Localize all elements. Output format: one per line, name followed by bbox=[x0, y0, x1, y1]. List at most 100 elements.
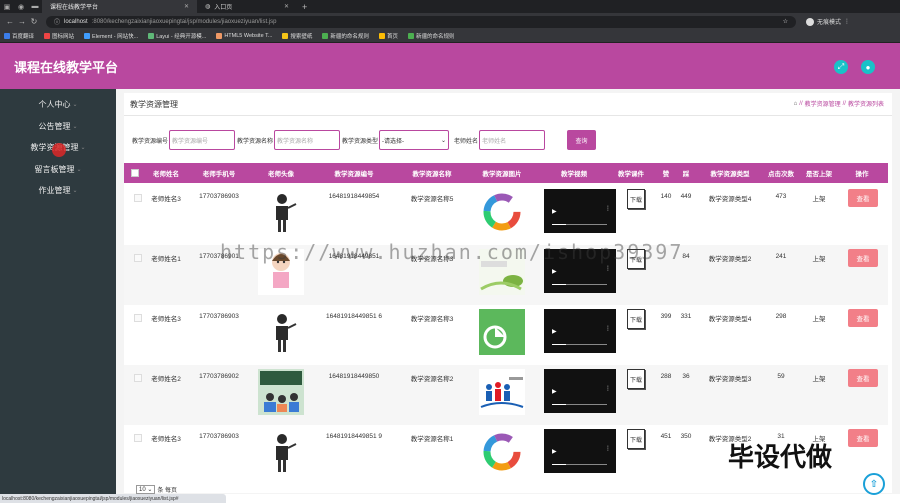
play-icon[interactable]: ▶ bbox=[552, 388, 557, 395]
watermark-text: https://www.huzhan.com/ishop39397 bbox=[220, 240, 684, 264]
video-progress[interactable] bbox=[552, 404, 607, 405]
user-icon[interactable]: ● bbox=[861, 60, 875, 74]
resource-image bbox=[479, 189, 525, 235]
sidebar-item-profile[interactable]: 个人中心 ⌄ bbox=[0, 96, 116, 112]
play-icon[interactable]: ▶ bbox=[552, 208, 557, 215]
download-button[interactable]: 下载 bbox=[627, 369, 645, 389]
column-header: 踩 bbox=[682, 171, 690, 178]
bookmark-icon bbox=[44, 33, 51, 39]
resource-code-cell: 16481918449850 bbox=[328, 373, 380, 380]
download-button[interactable]: 下载 bbox=[627, 309, 645, 329]
row-checkbox[interactable] bbox=[134, 374, 142, 382]
row-checkbox[interactable] bbox=[134, 194, 142, 202]
play-icon[interactable]: ▶ bbox=[552, 328, 557, 335]
click-count-cell: 59 bbox=[777, 373, 785, 380]
page-size-select[interactable]: 10 ⌄ bbox=[136, 485, 156, 494]
teacher-name-cell: 老师姓名2 bbox=[151, 376, 181, 383]
globe-icon: ◍ bbox=[205, 4, 211, 10]
sidebar-item-homework[interactable]: 作业管理 ⌄ bbox=[0, 182, 116, 198]
bookmark-item[interactable]: 百度翻译 bbox=[4, 32, 34, 40]
breadcrumb-separator: // bbox=[799, 100, 803, 107]
more-icon[interactable]: ⋮ bbox=[605, 325, 611, 332]
resource-image bbox=[479, 309, 525, 355]
sidebar-item-messages[interactable]: 留言板管理 ⌄ bbox=[0, 161, 116, 177]
bookmark-icon bbox=[322, 33, 329, 39]
sidebar-item-label: 作业管理 bbox=[38, 185, 71, 195]
view-button[interactable]: 查看 bbox=[848, 309, 878, 327]
view-button[interactable]: 查看 bbox=[848, 189, 878, 207]
star-icon[interactable]: ☆ bbox=[783, 18, 788, 25]
code-label: 教学资源编号 bbox=[132, 138, 169, 145]
resource-type-cell: 教学资源类型2 bbox=[708, 256, 752, 263]
chevron-down-icon: ⌄ bbox=[76, 166, 82, 173]
bookmark-item[interactable]: HTML5 Website T... bbox=[216, 33, 272, 39]
dislike-cell: 36 bbox=[682, 373, 690, 380]
video-player[interactable]: ▶ ⋮ bbox=[544, 429, 616, 473]
search-button[interactable]: 查询 bbox=[567, 130, 597, 150]
tab-inactive[interactable]: ◍ 入口页 ✕ bbox=[197, 0, 297, 13]
home-icon[interactable]: ⌂ bbox=[794, 101, 798, 107]
new-tab-button[interactable]: + bbox=[297, 2, 312, 12]
column-header: 教学视频 bbox=[561, 171, 587, 178]
bookmark-item[interactable]: Layui - 经典开源模... bbox=[148, 32, 206, 40]
window-menu-icon[interactable]: ▣ bbox=[0, 0, 14, 13]
type-select[interactable]: -请选择- ⌄ bbox=[379, 130, 450, 150]
video-progress[interactable] bbox=[552, 284, 607, 285]
column-header: 教学课件 bbox=[618, 171, 644, 178]
video-progress[interactable] bbox=[552, 224, 607, 225]
bookmark-label: Element - 网站快... bbox=[92, 34, 139, 40]
row-checkbox[interactable] bbox=[134, 434, 142, 442]
play-icon[interactable]: ▶ bbox=[552, 268, 557, 275]
bookmark-item[interactable]: 首页 bbox=[378, 32, 398, 40]
incognito-profile[interactable]: 无痕模式 ⋮ bbox=[806, 17, 850, 26]
bookmark-item[interactable]: 搜索壁纸 bbox=[282, 32, 312, 40]
fullscreen-icon[interactable]: ⤢ bbox=[834, 60, 848, 74]
code-input[interactable]: 教学资源编号 bbox=[169, 130, 236, 150]
page-size-value: 10 bbox=[139, 487, 146, 493]
teacher-input[interactable]: 老师姓名 bbox=[479, 130, 546, 150]
row-checkbox[interactable] bbox=[134, 314, 142, 322]
chevron-down-icon: ⌄ bbox=[72, 123, 78, 130]
close-tab-icon[interactable]: ✕ bbox=[184, 3, 189, 10]
url-input[interactable]: ⓘ localhost:8080/kechengzaixianjiaoxuepi… bbox=[46, 15, 796, 28]
view-button[interactable]: 查看 bbox=[848, 249, 878, 267]
reload-icon[interactable]: ↻ bbox=[28, 17, 40, 26]
video-progress[interactable] bbox=[552, 344, 607, 345]
download-button[interactable]: 下载 bbox=[627, 189, 645, 209]
row-checkbox[interactable] bbox=[134, 254, 142, 262]
bookmark-item[interactable]: 新疆的命名规则 bbox=[407, 32, 454, 40]
video-progress[interactable] bbox=[552, 464, 607, 465]
bookmark-item[interactable]: Element - 网站快... bbox=[84, 32, 138, 40]
video-player[interactable]: ▶ ⋮ bbox=[544, 369, 616, 413]
view-button[interactable]: 查看 bbox=[848, 429, 878, 447]
tab-active[interactable]: 课程在线教学平台 ✕ bbox=[42, 0, 197, 13]
forward-icon[interactable]: → bbox=[16, 17, 28, 26]
more-icon[interactable]: ⋮ bbox=[605, 385, 611, 392]
phone-cell: 17703786903 bbox=[199, 193, 239, 200]
breadcrumb-separator: // bbox=[842, 100, 846, 107]
more-icon[interactable]: ⋮ bbox=[605, 205, 611, 212]
bookmark-item[interactable]: 图标网站 bbox=[44, 32, 74, 40]
teacher-name-cell: 老师姓名3 bbox=[151, 316, 181, 323]
like-cell: 140 bbox=[660, 193, 672, 200]
play-icon[interactable]: ▶ bbox=[552, 448, 557, 455]
more-icon[interactable]: ⋮ bbox=[605, 445, 611, 452]
sidebar-item-notice[interactable]: 公告管理 ⌄ bbox=[0, 118, 116, 134]
resource-name-cell: 教学资源名称2 bbox=[410, 376, 454, 383]
name-input[interactable]: 教学资源名称 bbox=[274, 130, 341, 150]
bookmark-item[interactable]: 新疆的命名规则 bbox=[322, 32, 369, 40]
more-icon[interactable]: ⋮ bbox=[605, 265, 611, 272]
badge-text: 毕设代做 bbox=[728, 442, 833, 472]
video-player[interactable]: ▶ ⋮ bbox=[544, 189, 616, 233]
video-player[interactable]: ▶ ⋮ bbox=[544, 309, 616, 353]
incognito-icon bbox=[806, 17, 814, 26]
more-icon[interactable]: ⋮ bbox=[844, 18, 850, 25]
back-icon[interactable]: ← bbox=[4, 17, 16, 26]
scroll-to-top-button[interactable]: ⇧ bbox=[863, 473, 885, 495]
resource-name-cell: 教学资源名称1 bbox=[410, 436, 454, 443]
close-tab-icon[interactable]: ✕ bbox=[284, 3, 289, 10]
select-all-checkbox[interactable] bbox=[128, 163, 142, 183]
download-button[interactable]: 下载 bbox=[627, 429, 645, 449]
view-button[interactable]: 查看 bbox=[848, 369, 878, 387]
breadcrumb-item[interactable]: 教学资源管理 bbox=[805, 99, 841, 108]
